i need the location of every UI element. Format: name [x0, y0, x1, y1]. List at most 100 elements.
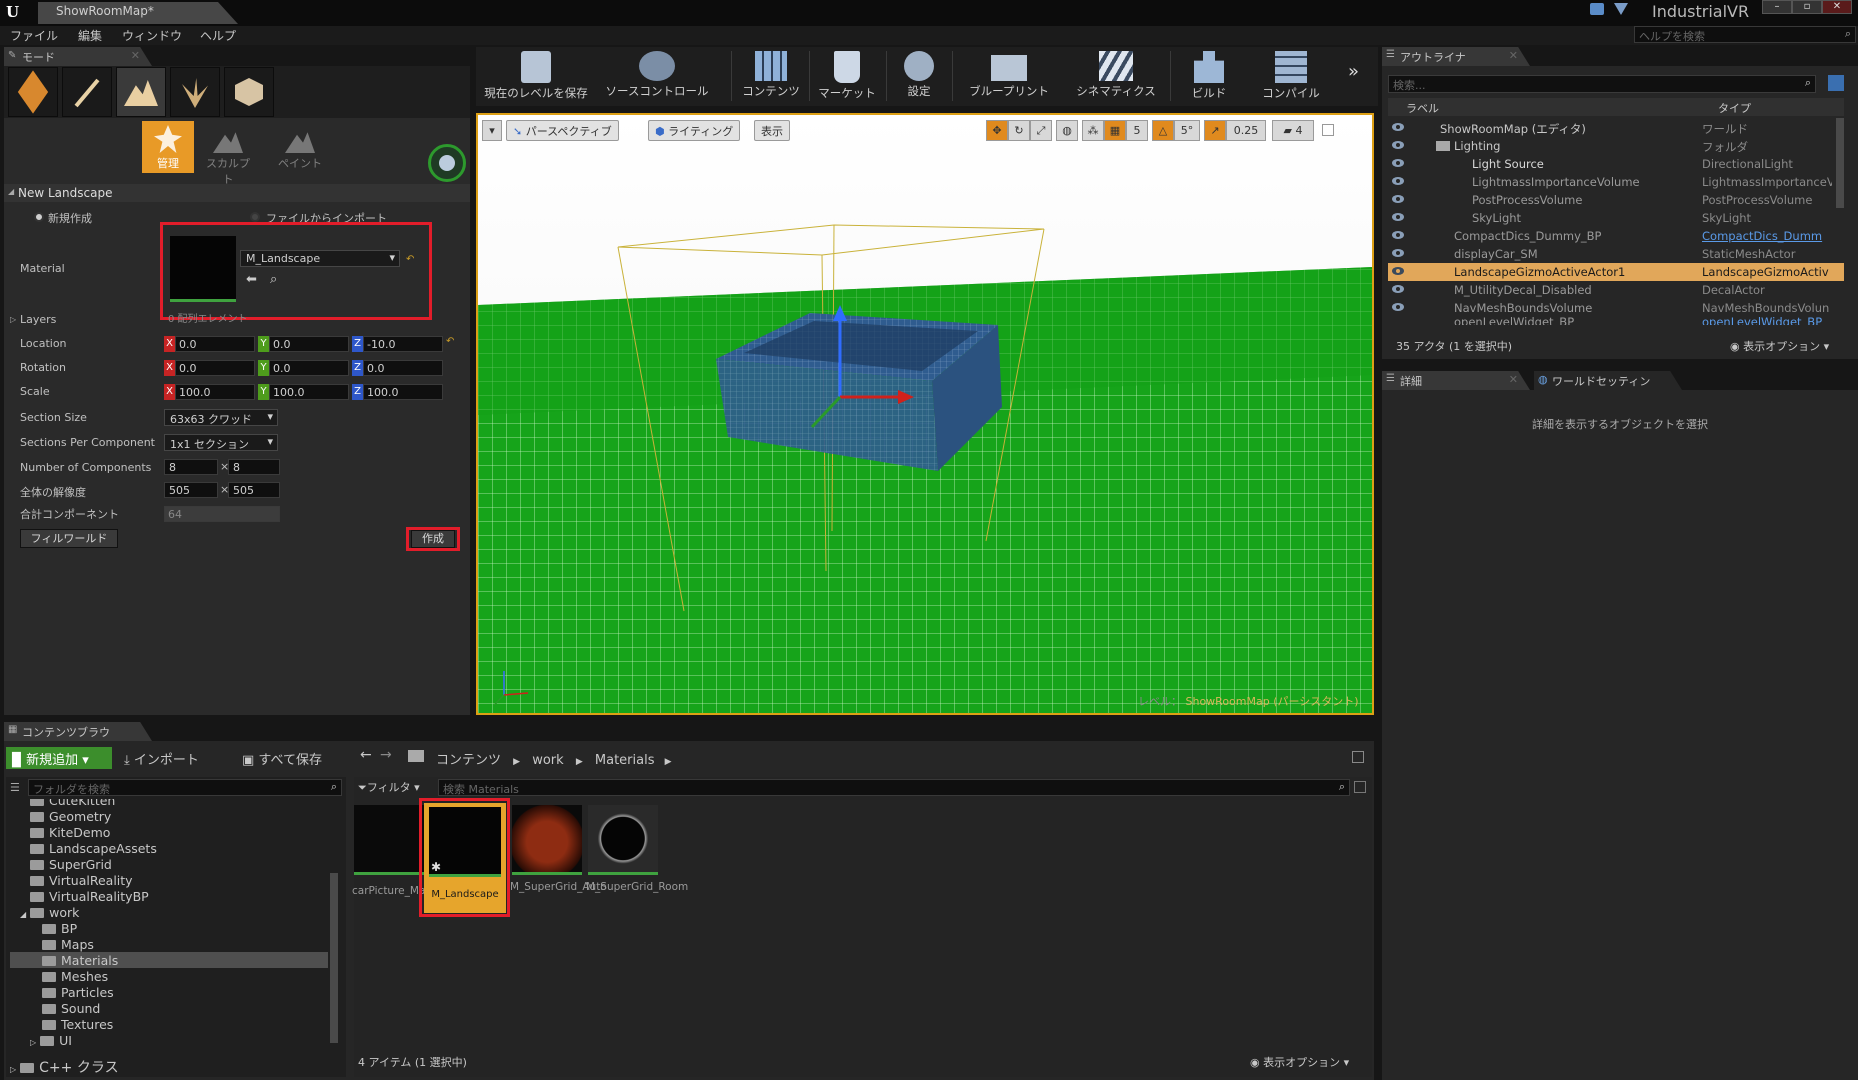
paint-tool-button[interactable]: ペイント	[274, 121, 326, 173]
lighting-button[interactable]: ⬢ ライティング	[648, 120, 741, 141]
section-size-combo[interactable]: 63x63 クワッド ▾	[164, 409, 278, 426]
cinematics-button[interactable]: シネマティクス	[1066, 47, 1166, 106]
maximize-button[interactable]: ▫	[1792, 0, 1822, 14]
location-reset-icon[interactable]: ↶	[446, 336, 454, 347]
location-y-field[interactable]: 0.0	[269, 336, 349, 352]
folder-item[interactable]: Particles	[42, 985, 114, 1000]
asset-tile-selected[interactable]: ✱ M_Landscape	[424, 803, 506, 913]
resolution-y-field[interactable]: 505	[228, 482, 280, 498]
radio-import[interactable]	[250, 212, 260, 222]
world-settings-tab[interactable]: ◍ ワールドセッティン	[1534, 371, 1682, 390]
chat-icon[interactable]	[1590, 3, 1604, 15]
location-x-field[interactable]: 0.0	[175, 336, 255, 352]
market-button[interactable]: マーケット	[812, 47, 882, 106]
folder-item[interactable]: VirtualReality	[30, 873, 133, 888]
outliner-row[interactable]: CompactDics_Dummy_BP CompactDics_Dumm	[1388, 227, 1844, 245]
folder-item-selected[interactable]: Materials	[42, 953, 118, 968]
resolution-x-field[interactable]: 505	[164, 482, 218, 498]
paint-mode-button[interactable]	[62, 67, 112, 117]
asset-search-input[interactable]: 検索 Materials ⌕	[438, 779, 1350, 796]
row-type-link[interactable]: CompactDics_Dumm	[1702, 229, 1832, 243]
use-selected-arrow-icon[interactable]: ⬅	[246, 272, 257, 287]
content-browser-view-options[interactable]: ◉ 表示オプション ▾	[1250, 1054, 1349, 1070]
save-search-icon[interactable]	[1354, 781, 1366, 793]
save-level-button[interactable]: 現在のレベルを保存	[480, 47, 592, 106]
eye-icon[interactable]	[1392, 230, 1404, 240]
column-label[interactable]: ラベル	[1406, 100, 1439, 116]
eye-icon[interactable]	[1392, 266, 1404, 276]
outliner-search-input[interactable]: 検索... ⌕	[1388, 75, 1816, 93]
rotation-z-field[interactable]: 0.0	[363, 360, 443, 376]
folder-item[interactable]: ◢ work	[20, 905, 79, 920]
surface-snap-button[interactable]: ⁂	[1082, 120, 1104, 141]
folder-item[interactable]: LandscapeAssets	[30, 841, 157, 856]
manage-tool-button[interactable]: 管理	[142, 121, 194, 173]
reset-arrow-icon[interactable]: ↶	[406, 254, 414, 265]
create-button[interactable]: 作成	[411, 530, 455, 548]
outliner-row[interactable]: NavMeshBoundsVolume NavMeshBoundsVolun	[1388, 299, 1844, 317]
menu-help[interactable]: ヘルプ	[200, 27, 236, 44]
eye-icon[interactable]	[1392, 212, 1404, 222]
details-tab[interactable]: ☰ 詳細 ✕	[1382, 371, 1530, 390]
location-z-field[interactable]: -10.0	[363, 336, 443, 352]
world-space-button[interactable]: ◍	[1056, 120, 1078, 141]
outliner-row[interactable]: LightmassImportanceVolume LightmassImport…	[1388, 173, 1844, 191]
breadcrumb-materials[interactable]: Materials	[595, 753, 655, 768]
menu-file[interactable]: ファイル	[10, 27, 58, 44]
outliner-row[interactable]: SkyLight SkyLight	[1388, 209, 1844, 227]
folder-item[interactable]: Geometry	[30, 809, 111, 824]
folder-item[interactable]: Meshes	[42, 969, 108, 984]
build-button[interactable]: ビルド	[1176, 47, 1242, 106]
num-components-x-field[interactable]: 8	[164, 459, 218, 475]
eye-icon[interactable]	[1392, 140, 1404, 150]
menu-edit[interactable]: 編集	[78, 27, 102, 44]
content-browser-tab[interactable]: ▦ コンテンツブラウ	[4, 722, 152, 741]
asset-tile[interactable]: M_SuperGrid_Auto	[510, 805, 607, 917]
foliage-mode-button[interactable]	[170, 67, 220, 117]
forward-arrow-icon[interactable]: →	[380, 747, 392, 763]
outliner-row[interactable]: M_UtilityDecal_Disabled DecalActor	[1388, 281, 1844, 299]
content-button[interactable]: コンテンツ	[736, 47, 806, 106]
eye-icon[interactable]	[1392, 158, 1404, 168]
breadcrumb-work[interactable]: work	[532, 753, 563, 768]
back-arrow-icon[interactable]: ←	[360, 747, 372, 763]
mode-toggle-button[interactable]	[428, 144, 466, 182]
outliner-tab[interactable]: ☰ アウトライナ ✕	[1382, 47, 1530, 66]
outliner-row[interactable]: Lighting フォルダ	[1388, 137, 1844, 155]
eye-icon[interactable]	[1392, 284, 1404, 294]
cpp-classes-folder[interactable]: ▷ C++ クラス	[10, 1057, 119, 1077]
folder-item[interactable]: CuteKitten	[30, 799, 115, 808]
fill-world-button[interactable]: フィルワールド	[20, 529, 118, 548]
camera-speed-button[interactable]: ▰ 4	[1272, 120, 1314, 141]
rotate-tool-button[interactable]: ↻	[1008, 120, 1030, 141]
close-window-button[interactable]: ✕	[1822, 0, 1852, 14]
folder-item[interactable]: Sound	[42, 1001, 100, 1016]
scale-tool-button[interactable]: ⤢	[1030, 120, 1052, 141]
radio-new[interactable]	[34, 212, 44, 222]
eye-icon[interactable]	[1392, 176, 1404, 186]
folder-item[interactable]: Textures	[42, 1017, 113, 1032]
level-tab[interactable]: ShowRoomMap*	[38, 2, 238, 24]
folder-item[interactable]: Maps	[42, 937, 94, 952]
settings-button[interactable]: 設定	[890, 47, 948, 106]
folder-item[interactable]: BP	[42, 921, 77, 936]
maximize-viewport-icon[interactable]	[1322, 124, 1334, 136]
eye-icon[interactable]	[1392, 194, 1404, 204]
scale-x-field[interactable]: 100.0	[175, 384, 255, 400]
geometry-mode-button[interactable]	[224, 67, 274, 117]
outliner-scrollbar[interactable]	[1836, 118, 1844, 208]
modes-tab[interactable]: ✎ モード ✕	[4, 47, 152, 66]
outliner-row-selected[interactable]: LandscapeGizmoActiveActor1 LandscapeGizmo…	[1388, 263, 1844, 281]
eye-icon[interactable]	[1392, 302, 1404, 312]
folder-item[interactable]: KiteDemo	[30, 825, 110, 840]
scale-snap-toggle[interactable]: ↗	[1204, 120, 1226, 141]
source-control-button[interactable]: ソースコントロール	[598, 47, 716, 106]
material-thumbnail[interactable]	[170, 236, 236, 302]
rotation-y-field[interactable]: 0.0	[269, 360, 349, 376]
column-type[interactable]: タイプ	[1718, 100, 1751, 116]
help-search-input[interactable]: ヘルプを検索 ⌕	[1634, 26, 1856, 43]
browse-search-icon[interactable]: ⌕	[270, 272, 277, 287]
level-viewport[interactable]: ▾ ➘ パースペクティブ ⬢ ライティング 表示 ✥ ↻ ⤢ ◍ ⁂ ▦ 5 △…	[476, 113, 1374, 715]
translate-tool-button[interactable]: ✥	[986, 120, 1008, 141]
perspective-button[interactable]: ➘ パースペクティブ	[506, 120, 619, 141]
